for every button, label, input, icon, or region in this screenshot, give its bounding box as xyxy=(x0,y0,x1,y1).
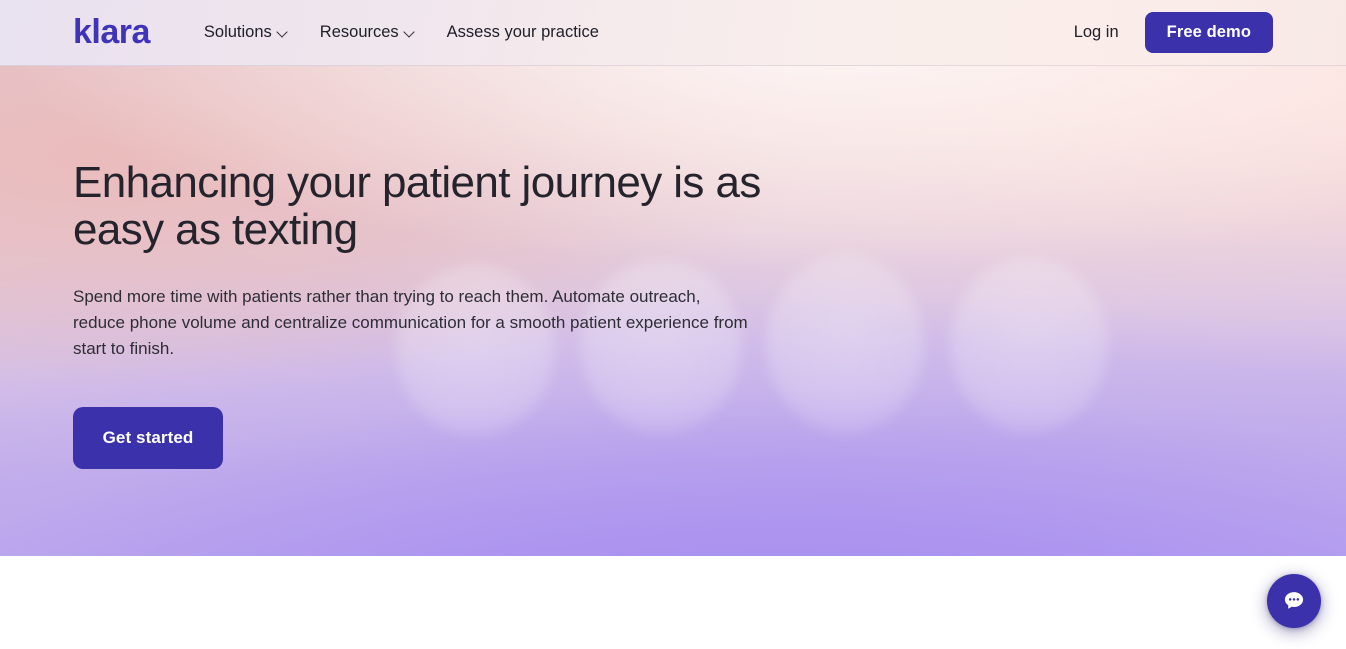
site-header: klara Solutions Resources Assess your pr… xyxy=(0,0,1346,66)
nav-item-label: Resources xyxy=(319,23,399,41)
free-demo-button[interactable]: Free demo xyxy=(1144,12,1273,53)
hero-content: Enhancing your patient journey is as eas… xyxy=(0,66,793,469)
primary-navigation: Solutions Resources Assess your practice xyxy=(204,23,599,42)
chevron-down-icon xyxy=(278,27,288,37)
chevron-down-icon xyxy=(405,27,415,37)
hero-subheading: Spend more time with patients rather tha… xyxy=(73,287,748,358)
decorative-circle-icon xyxy=(950,256,1108,434)
hero-heading: Enhancing your patient journey is as eas… xyxy=(73,158,761,254)
nav-item-assess-your-practice[interactable]: Assess your practice xyxy=(447,23,599,42)
chat-widget-button[interactable] xyxy=(1267,574,1321,628)
nav-item-resources[interactable]: Resources xyxy=(320,23,415,42)
page-body-below-hero xyxy=(0,556,1346,649)
header-actions: Log in Free demo xyxy=(1074,12,1273,53)
nav-item-label: Solutions xyxy=(203,23,272,41)
hero-section: Enhancing your patient journey is as eas… xyxy=(0,66,1346,556)
login-link[interactable]: Log in xyxy=(1074,23,1119,42)
klara-logo[interactable]: klara xyxy=(73,15,150,49)
get-started-button[interactable]: Get started xyxy=(73,406,223,469)
nav-item-label: Assess your practice xyxy=(446,23,599,41)
nav-item-solutions[interactable]: Solutions xyxy=(204,23,288,42)
chat-bubble-icon xyxy=(1284,592,1304,609)
